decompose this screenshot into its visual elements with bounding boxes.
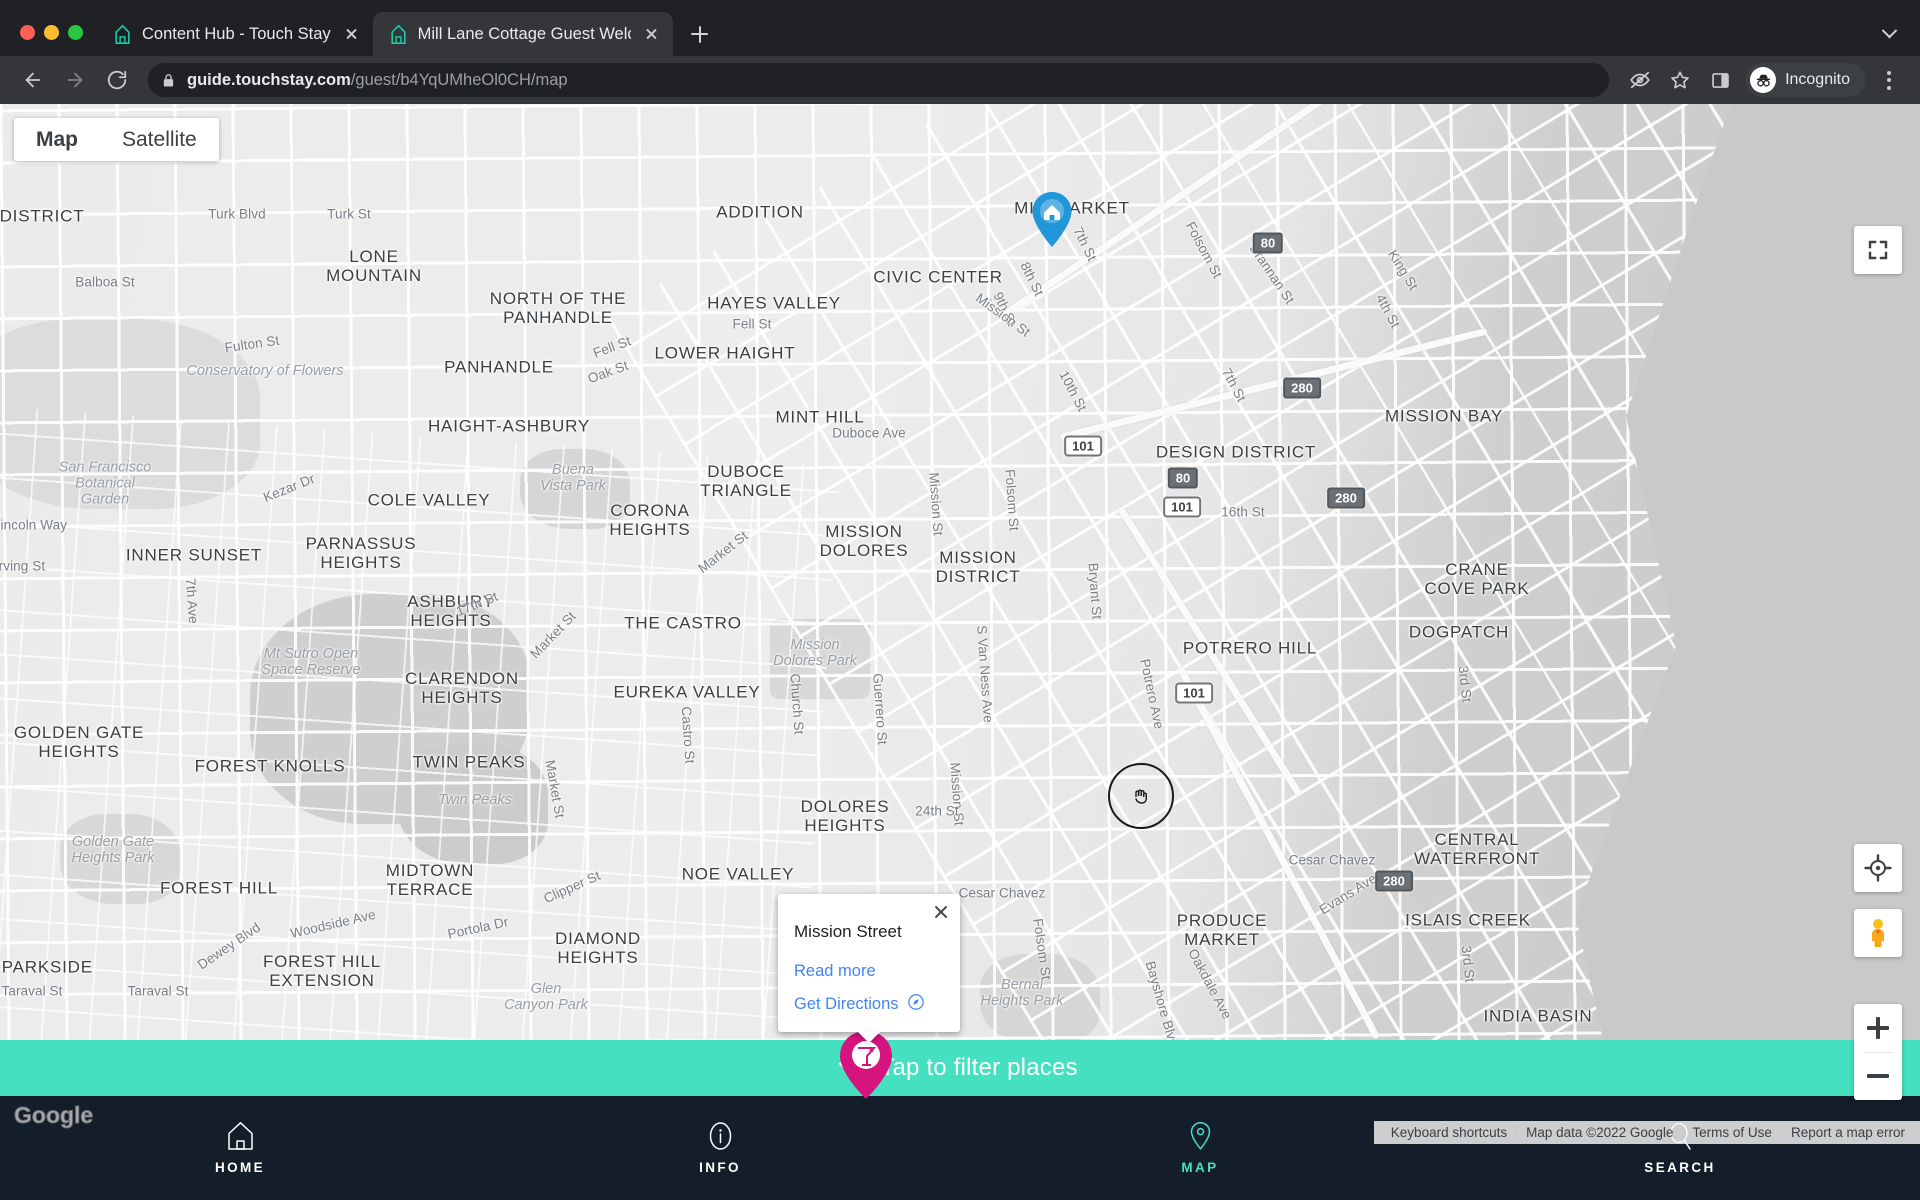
- close-window-button[interactable]: [20, 25, 35, 40]
- toolbar-right-actions: Incognito: [1621, 61, 1906, 99]
- new-tab-button[interactable]: [683, 17, 717, 51]
- nav-label-home: HOME: [214, 1160, 266, 1175]
- keyboard-shortcuts-link[interactable]: Keyboard shortcuts: [1382, 1125, 1516, 1140]
- browser-window: Content Hub - Touch Stay Mill Lane Cotta…: [0, 0, 1920, 1200]
- tab-title: Content Hub - Touch Stay: [142, 24, 331, 43]
- star-icon[interactable]: [1661, 61, 1699, 99]
- get-directions-link[interactable]: Get Directions: [794, 993, 944, 1016]
- map-highway-shield: 280: [1283, 377, 1321, 399]
- map-highway-shield: 80: [1167, 467, 1199, 489]
- info-icon: [707, 1121, 734, 1151]
- home-icon: [227, 1121, 254, 1151]
- google-map-canvas[interactable]: DISTRICT LONE MOUNTAIN NORTH OF THE PANHANDL…: [0, 104, 1920, 1144]
- forward-arrow-icon[interactable]: [56, 61, 94, 99]
- read-more-link[interactable]: Read more: [794, 962, 944, 981]
- address-bar[interactable]: guide.touchstay.com/guest/b4YqUMheOl0CH/…: [148, 63, 1610, 97]
- zoom-out-button[interactable]: [1854, 1052, 1902, 1100]
- tab-strip: Content Hub - Touch Stay Mill Lane Cotta…: [0, 0, 1920, 56]
- read-more-label: Read more: [794, 962, 876, 980]
- fullscreen-icon[interactable]: [1854, 226, 1902, 274]
- map-highway-shield: 280: [1375, 870, 1413, 892]
- page-viewport: DISTRICT LONE MOUNTAIN NORTH OF THE PANHANDL…: [0, 104, 1920, 1200]
- map-park-shape: [520, 449, 630, 529]
- info-window-title: Mission Street: [794, 922, 902, 941]
- map-park-shape: [398, 744, 548, 864]
- map-highway-shield: 280: [1327, 487, 1365, 509]
- back-arrow-icon[interactable]: [14, 61, 52, 99]
- url-text: guide.touchstay.com/guest/b4YqUMheOl0CH/…: [187, 71, 568, 90]
- zoom-in-button[interactable]: [1854, 1004, 1902, 1052]
- browser-tab-2[interactable]: Mill Lane Cottage Guest Welco: [372, 12, 673, 56]
- get-directions-label: Get Directions: [794, 995, 899, 1013]
- incognito-hat-icon: [1750, 67, 1777, 93]
- map-park-shape: [980, 954, 1100, 1044]
- lock-icon: [162, 73, 175, 88]
- close-icon[interactable]: [641, 23, 663, 45]
- browser-tab-1[interactable]: Content Hub - Touch Stay: [97, 12, 373, 56]
- google-logo: Google: [14, 1101, 102, 1136]
- minimize-window-button[interactable]: [44, 25, 59, 40]
- map-data-copyright: Map data ©2022 Google: [1526, 1125, 1674, 1140]
- my-location-icon[interactable]: [1854, 844, 1902, 892]
- url-host: guide.touchstay.com: [187, 70, 351, 89]
- browser-toolbar: guide.touchstay.com/guest/b4YqUMheOl0CH/…: [0, 56, 1920, 104]
- reload-icon[interactable]: [98, 61, 136, 99]
- svg-text:Google: Google: [14, 1102, 93, 1128]
- map-pin-icon: [1188, 1121, 1213, 1151]
- nav-label-search: SEARCH: [1644, 1160, 1716, 1175]
- map-park-shape: [0, 319, 260, 509]
- nav-item-info[interactable]: INFO: [480, 1096, 960, 1200]
- map-park-shape: [60, 814, 180, 904]
- eye-crossed-icon[interactable]: [1621, 61, 1659, 99]
- tab-title: Mill Lane Cottage Guest Welco: [417, 24, 631, 43]
- tab-list-chevron-icon[interactable]: [1876, 20, 1902, 46]
- nav-label-info: INFO: [699, 1160, 741, 1175]
- touchstay-house-icon: [389, 24, 408, 45]
- map-highway-shield: 101: [1064, 435, 1102, 457]
- filter-places-label: Tap to filter places: [880, 1054, 1078, 1081]
- nav-label-map: MAP: [1181, 1160, 1219, 1175]
- touchstay-house-icon: [113, 24, 132, 45]
- map-highway-shield: 101: [1163, 496, 1201, 518]
- place-info-window[interactable]: Mission Street Read more Get Directions: [778, 894, 960, 1032]
- map-park-shape: [770, 619, 870, 699]
- close-icon[interactable]: [930, 901, 952, 923]
- nav-item-map[interactable]: MAP: [960, 1096, 1440, 1200]
- map-zoom-controls[interactable]: [1854, 1004, 1902, 1100]
- street-view-pegman-icon[interactable]: [1854, 909, 1902, 957]
- map-type-satellite-button[interactable]: Satellite: [100, 118, 219, 161]
- window-traffic-lights: [12, 25, 97, 56]
- report-map-error-link[interactable]: Report a map error: [1782, 1125, 1914, 1140]
- maximize-window-button[interactable]: [68, 25, 83, 40]
- incognito-label: Incognito: [1785, 71, 1850, 88]
- map-attribution: Keyboard shortcuts Map data ©2022 Google…: [1373, 1121, 1920, 1144]
- map-type-map-button[interactable]: Map: [14, 118, 100, 161]
- three-dot-menu-icon[interactable]: [1872, 61, 1906, 99]
- side-panel-icon[interactable]: [1701, 61, 1739, 99]
- map-highway-shield: 101: [1175, 682, 1213, 704]
- url-path: /guest/b4YqUMheOl0CH/map: [350, 70, 568, 89]
- compass-icon: [907, 993, 925, 1016]
- home-marker[interactable]: [1030, 191, 1074, 254]
- close-icon[interactable]: [341, 23, 363, 45]
- filter-places-bar[interactable]: Tap to filter places: [0, 1040, 1920, 1096]
- terms-of-use-link[interactable]: Terms of Use: [1683, 1125, 1781, 1140]
- nav-item-search[interactable]: SEARCH: [1440, 1096, 1920, 1200]
- incognito-profile-button[interactable]: Incognito: [1745, 63, 1866, 97]
- bottom-navigation: HOME INFO MAP SEARCH: [0, 1096, 1920, 1200]
- map-type-toggle[interactable]: Map Satellite: [14, 118, 219, 161]
- map-highway-shield: 80: [1252, 232, 1284, 254]
- map-drag-cursor-indicator: [1108, 763, 1174, 829]
